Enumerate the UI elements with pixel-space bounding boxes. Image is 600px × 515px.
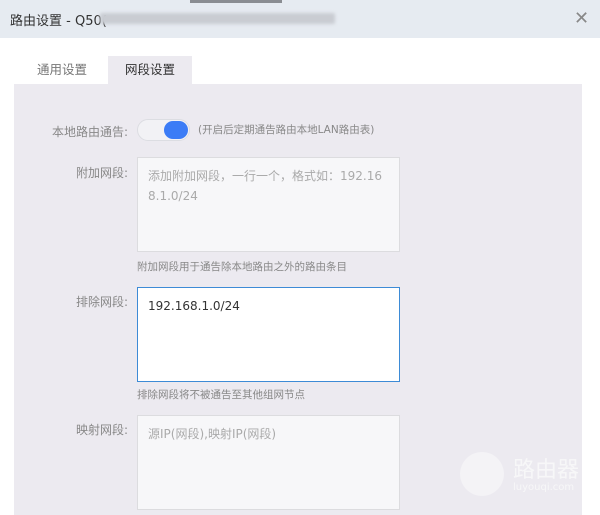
dialog-title: 路由设置 - Q50( xyxy=(10,14,107,29)
local-route-toggle[interactable] xyxy=(137,119,190,141)
top-bar xyxy=(190,0,282,3)
close-icon[interactable]: ✕ xyxy=(574,8,589,29)
watermark-text: 路由器 xyxy=(513,458,580,483)
mapping-segment-label: 映射网段: xyxy=(75,423,128,437)
toggle-knob xyxy=(164,121,188,139)
redacted-device-name xyxy=(100,13,335,24)
local-route-label: 本地路由通告: xyxy=(51,125,128,139)
toggle-description: (开启后定期通告路由本地LAN路由表) xyxy=(198,124,375,136)
dialog-header: 路由设置 - Q50( ✕ xyxy=(0,0,600,38)
tab-segment-settings[interactable]: 网段设置 xyxy=(108,56,192,84)
watermark-url: luyouqi.com xyxy=(513,482,575,493)
exclude-segment-hint: 排除网段将不被通告至其他组网节点 xyxy=(137,389,305,401)
additional-segment-input[interactable]: 添加附加网段，一行一个，格式如：192.168.1.0/24 xyxy=(137,157,400,252)
router-logo-icon xyxy=(460,452,504,496)
additional-segment-hint: 附加网段用于通告除本地路由之外的路由条目 xyxy=(137,261,347,273)
exclude-segment-label: 排除网段: xyxy=(75,295,128,309)
tab-general-settings[interactable]: 通用设置 xyxy=(22,56,102,84)
mapping-segment-input[interactable]: 源IP(网段),映射IP(网段) xyxy=(137,415,400,510)
exclude-segment-input[interactable]: 192.168.1.0/24 xyxy=(137,287,400,382)
additional-segment-label: 附加网段: xyxy=(75,166,128,180)
